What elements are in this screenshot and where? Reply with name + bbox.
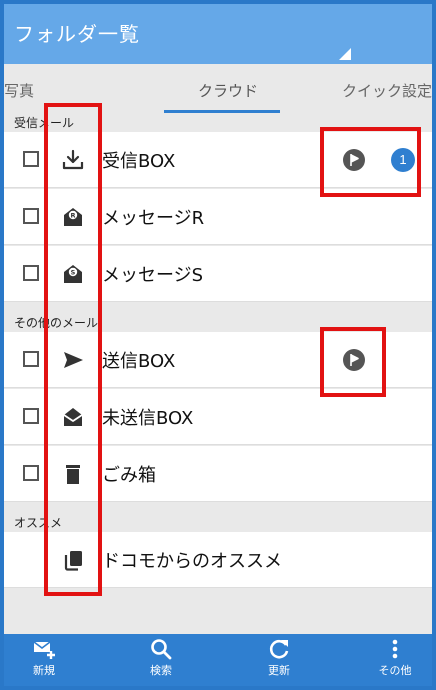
folder-label: メッセージR xyxy=(102,208,205,229)
folder-checkbox[interactable] xyxy=(23,465,39,481)
folder-label: 未送信BOX xyxy=(102,408,194,429)
highlight-box-icons xyxy=(44,103,102,596)
nav-label: 検索 xyxy=(150,664,172,677)
folder-label: ドコモからのオススメ xyxy=(102,551,282,572)
folder-label: ごみ箱 xyxy=(102,465,156,486)
folder-label: 受信BOX xyxy=(102,151,176,172)
refresh-button[interactable]: 更新 xyxy=(244,637,314,683)
refresh-icon xyxy=(269,639,289,659)
active-tab-indicator xyxy=(164,110,280,113)
highlight-box-inbox-status xyxy=(320,127,421,197)
folder-checkbox[interactable] xyxy=(23,208,39,224)
tab-cloud[interactable]: クラウド xyxy=(198,80,258,101)
bottom-nav: 新規 検索 更新 その他 xyxy=(4,634,432,686)
nav-label: その他 xyxy=(378,664,412,677)
folder-label: 送信BOX xyxy=(102,351,176,372)
nav-label: 新規 xyxy=(33,664,55,677)
folder-checkbox[interactable] xyxy=(23,408,39,424)
folder-checkbox[interactable] xyxy=(23,351,39,367)
tab-quick-settings[interactable]: クイック設定 xyxy=(342,80,432,101)
tab-photo[interactable]: 写真 xyxy=(4,80,34,101)
search-icon xyxy=(151,639,172,660)
highlight-box-outbox-flag xyxy=(320,327,386,397)
more-icon xyxy=(392,639,398,659)
page-title: フォルダ一覧 xyxy=(14,22,140,46)
search-button[interactable]: 検索 xyxy=(126,637,196,683)
screen: フォルダ一覧 写真 クラウド クイック設定 受信メール 受信BOX 1 R メッ… xyxy=(4,4,432,686)
new-button[interactable]: 新規 xyxy=(9,637,79,683)
dropdown-indicator-icon[interactable] xyxy=(339,48,351,60)
more-button[interactable]: その他 xyxy=(360,637,430,683)
folder-checkbox[interactable] xyxy=(23,265,39,281)
nav-label: 更新 xyxy=(268,664,290,677)
folder-label: メッセージS xyxy=(102,265,204,286)
folder-checkbox[interactable] xyxy=(23,151,39,167)
compose-icon xyxy=(33,641,55,659)
app-header: フォルダ一覧 xyxy=(4,4,432,64)
